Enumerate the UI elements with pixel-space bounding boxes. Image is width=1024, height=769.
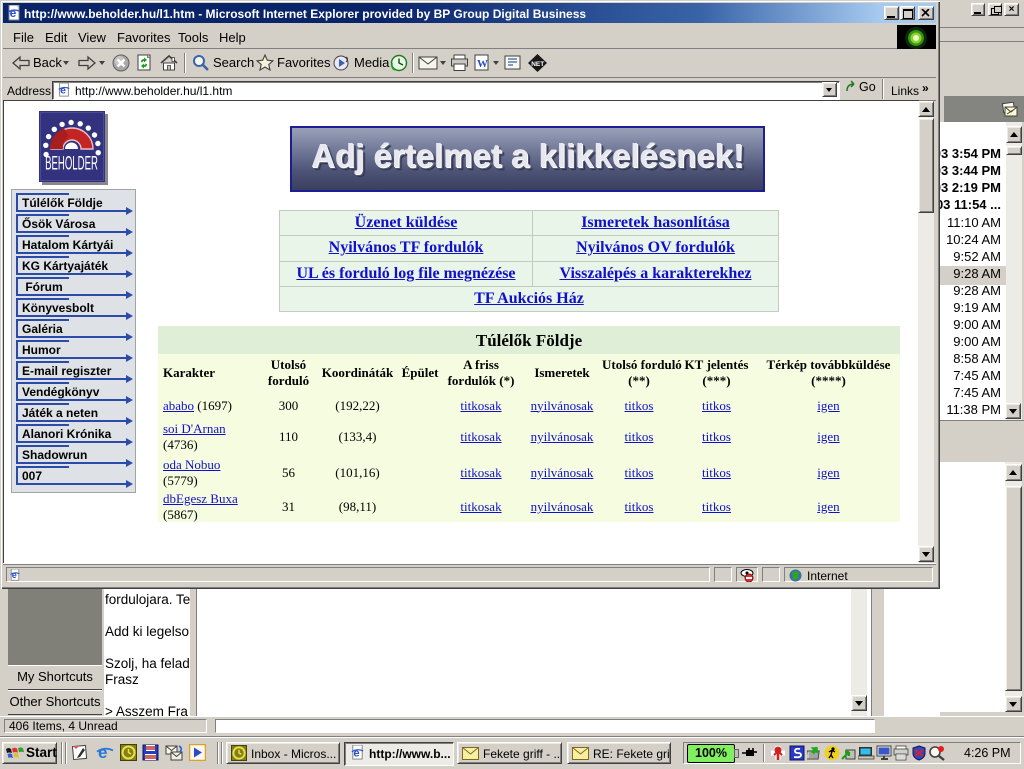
svg-text:BEHOLDER: BEHOLDER <box>45 153 98 175</box>
svg-text:e: e <box>10 6 17 20</box>
svg-text:e: e <box>98 743 107 761</box>
svg-text:e: e <box>353 747 359 759</box>
svg-text:e: e <box>12 570 17 580</box>
svg-text:W: W <box>477 58 488 70</box>
svg-text:e: e <box>60 85 66 97</box>
svg-text:NET: NET <box>531 61 544 68</box>
